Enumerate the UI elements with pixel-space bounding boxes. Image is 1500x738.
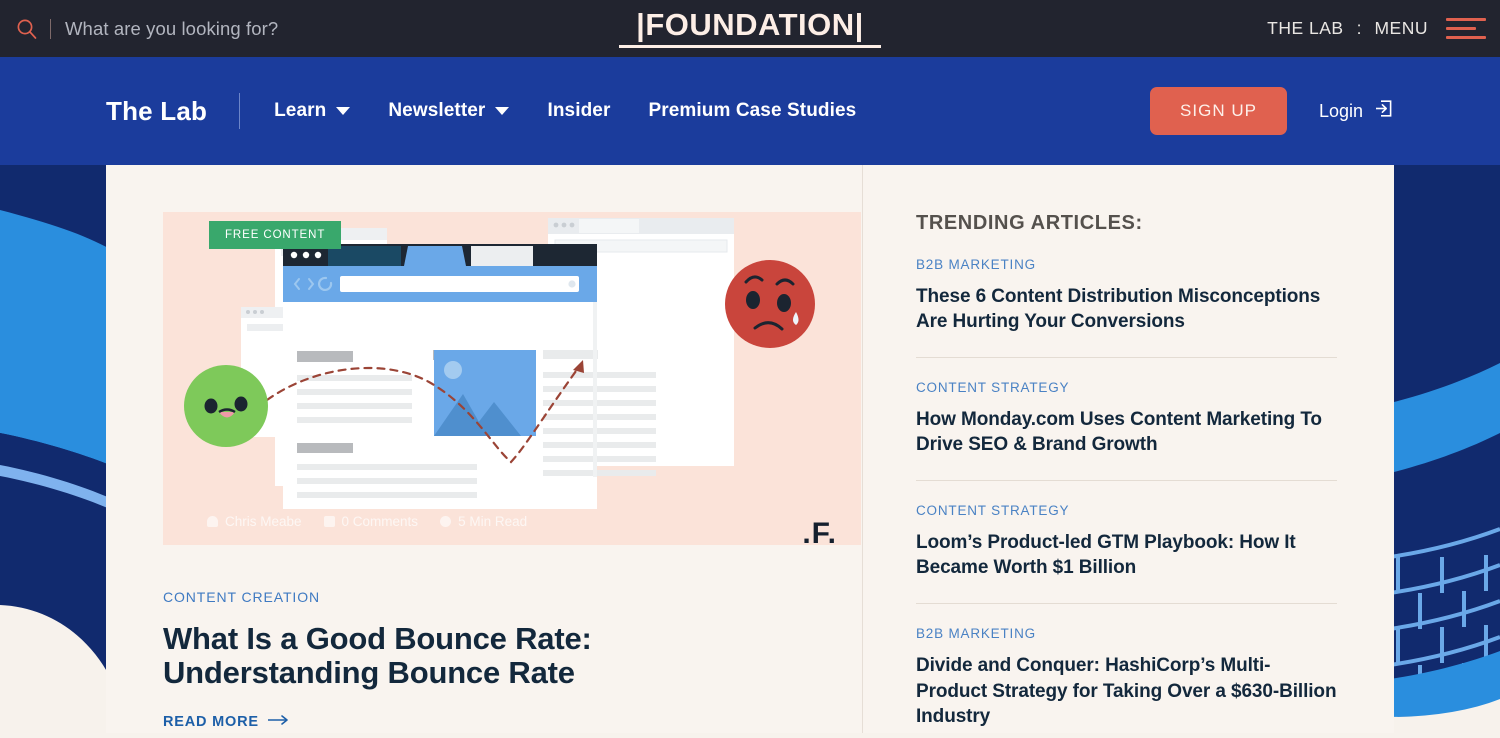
- trending-category[interactable]: B2B MARKETING: [916, 626, 1337, 641]
- content-panel: FREE CONTENT Chris Meabe 0 Comments 5 Mi…: [106, 165, 1394, 733]
- nav-links: Learn Newsletter Insider Premium Case St…: [274, 100, 894, 122]
- trending-title[interactable]: Divide and Conquer: HashiCorp’s Multi-Pr…: [916, 653, 1337, 728]
- nav-item-newsletter[interactable]: Newsletter: [388, 100, 510, 122]
- search-icon[interactable]: [16, 18, 38, 40]
- chevron-down-icon: [495, 107, 510, 115]
- nav-actions: SIGN UP Login: [1150, 87, 1394, 135]
- trending-category[interactable]: B2B MARKETING: [916, 257, 1337, 272]
- trending-title[interactable]: Loom’s Product-led GTM Playbook: How It …: [916, 530, 1337, 580]
- chevron-down-icon: [336, 107, 351, 115]
- featured-title[interactable]: What Is a Good Bounce Rate: Understandin…: [163, 621, 773, 690]
- free-content-badge: FREE CONTENT: [209, 221, 342, 249]
- topbar-separator: :: [1356, 18, 1362, 38]
- article-comments-label: 0 Comments: [341, 514, 419, 529]
- the-lab-link[interactable]: THE LAB: [1267, 18, 1343, 39]
- trending-title[interactable]: These 6 Content Distribution Misconcepti…: [916, 284, 1337, 334]
- nav-item-learn-label: Learn: [274, 100, 327, 121]
- trending-article-item[interactable]: CONTENT STRATEGY How Monday.com Uses Con…: [916, 358, 1337, 457]
- hamburger-icon[interactable]: [1446, 14, 1486, 44]
- arrow-right-icon: [267, 714, 290, 730]
- article-author-label: Chris Meabe: [225, 514, 302, 529]
- sign-up-button[interactable]: SIGN UP: [1150, 87, 1287, 135]
- menu-label[interactable]: MENU: [1374, 18, 1428, 39]
- user-icon: [207, 516, 218, 527]
- login-link[interactable]: Login: [1319, 98, 1394, 124]
- top-bar: |FOUNDATION| THE LAB : MENU: [0, 0, 1500, 57]
- trending-article-item[interactable]: CONTENT STRATEGY Loom’s Product-led GTM …: [916, 481, 1337, 580]
- nav-item-premium-case-studies[interactable]: Premium Case Studies: [648, 100, 856, 122]
- trending-category[interactable]: CONTENT STRATEGY: [916, 503, 1337, 518]
- search-input[interactable]: [65, 17, 485, 40]
- article-comments: 0 Comments: [323, 514, 419, 529]
- nav-item-learn[interactable]: Learn: [274, 100, 351, 122]
- article-read-time: 5 Min Read: [440, 514, 527, 529]
- nav-item-insider[interactable]: Insider: [547, 100, 610, 122]
- nav-item-newsletter-label: Newsletter: [388, 100, 486, 121]
- trending-articles-sidebar: TRENDING ARTICLES: B2B MARKETING These 6…: [862, 165, 1394, 733]
- trending-heading: TRENDING ARTICLES:: [916, 212, 1143, 234]
- search-area[interactable]: [0, 17, 485, 40]
- nav-brand-the-lab[interactable]: The Lab: [106, 96, 207, 127]
- trending-article-item[interactable]: B2B MARKETING Divide and Conquer: HashiC…: [916, 604, 1337, 728]
- featured-article-column: FREE CONTENT Chris Meabe 0 Comments 5 Mi…: [106, 165, 862, 733]
- read-more-link[interactable]: READ MORE: [163, 714, 862, 730]
- read-more-label: READ MORE: [163, 714, 259, 731]
- article-author: Chris Meabe: [207, 514, 302, 529]
- trending-article-item[interactable]: B2B MARKETING These 6 Content Distributi…: [916, 235, 1337, 334]
- article-read-time-label: 5 Min Read: [458, 514, 528, 529]
- comment-icon: [323, 516, 335, 527]
- login-arrow-icon: [1373, 98, 1394, 124]
- clock-icon: [440, 516, 452, 527]
- foundation-watermark: .F.: [802, 517, 837, 545]
- main-navigation: The Lab Learn Newsletter Insider Premium…: [0, 57, 1500, 165]
- article-meta: Chris Meabe 0 Comments 5 Min Read: [207, 514, 527, 529]
- featured-category[interactable]: CONTENT CREATION: [163, 589, 862, 605]
- decorative-waves-left: [0, 165, 110, 733]
- logo-underline: [619, 45, 881, 48]
- top-bar-right: THE LAB : MENU: [1267, 0, 1486, 57]
- trending-title[interactable]: How Monday.com Uses Content Marketing To…: [916, 407, 1337, 457]
- login-label: Login: [1318, 100, 1363, 121]
- featured-article-image[interactable]: FREE CONTENT Chris Meabe 0 Comments 5 Mi…: [163, 212, 861, 545]
- trending-category[interactable]: CONTENT STRATEGY: [916, 380, 1337, 395]
- site-logo[interactable]: |FOUNDATION|: [636, 7, 864, 43]
- search-divider: [50, 18, 51, 39]
- nav-divider: [239, 93, 241, 129]
- decorative-brick-wall-right: [1389, 165, 1500, 733]
